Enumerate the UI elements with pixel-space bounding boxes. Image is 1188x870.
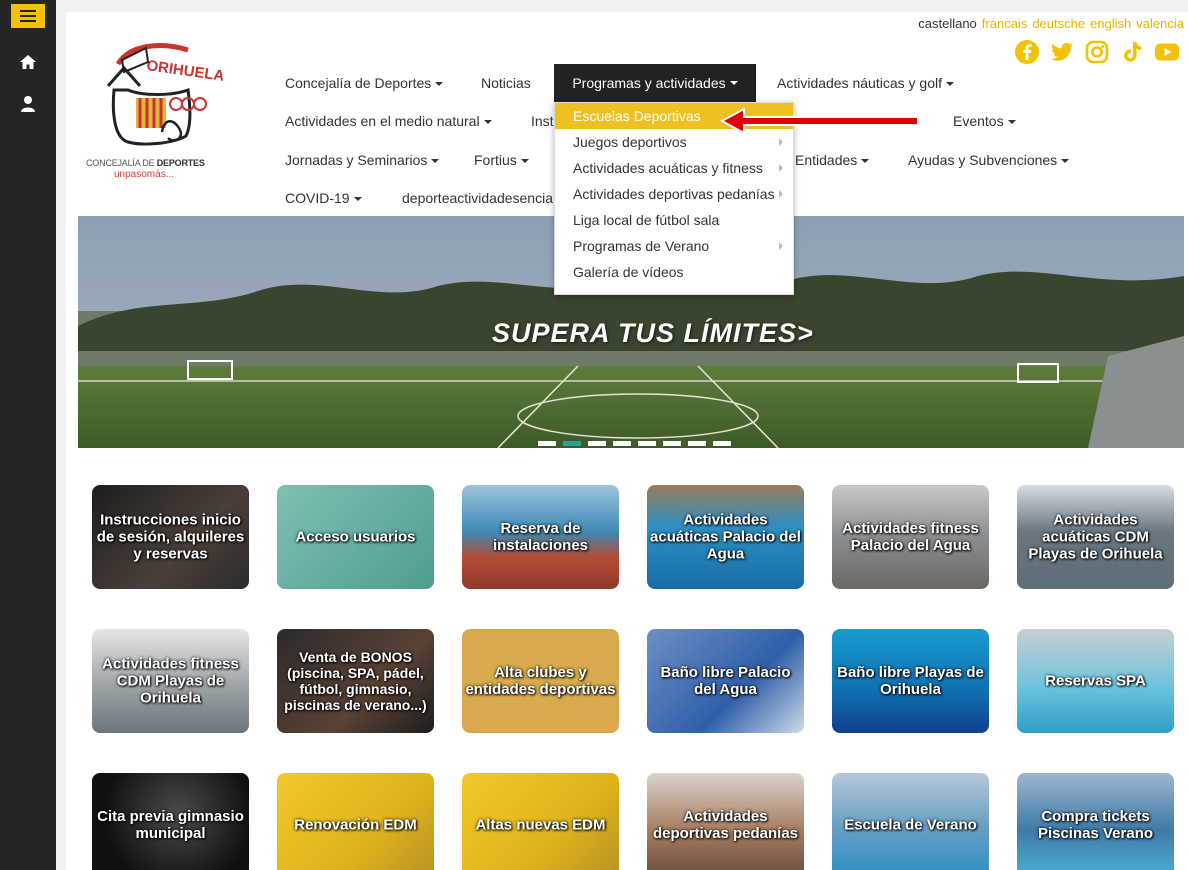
tile-altas-edm[interactable]: Altas nuevas EDM (462, 773, 619, 870)
slider-dot-3[interactable] (588, 441, 606, 446)
dropdown-item-liga[interactable]: Liga local de fútbol sala (555, 207, 793, 233)
dropdown-item-acuaticas[interactable]: Actividades acuáticas y fitness (555, 155, 793, 181)
concejalia-logo[interactable]: ORIHUELA CONCEJALÍA DE DEPORTES unpasomá… (84, 38, 244, 188)
slider-dot-1[interactable] (538, 441, 556, 446)
tile-bano-playas[interactable]: Baño libre Playas de Orihuela (832, 629, 989, 733)
caret-down-icon (431, 159, 440, 164)
nav-ayudas[interactable]: Ayudas y Subvenciones (908, 152, 1070, 168)
tile-reservas-spa[interactable]: Reservas SPA (1017, 629, 1174, 733)
lang-castellano[interactable]: castellano (918, 16, 977, 31)
caret-down-icon (1061, 159, 1070, 164)
tile-acuaticas-palacio[interactable]: Actividades acuáticas Palacio del Agua (647, 485, 804, 589)
caret-down-icon (483, 120, 492, 125)
tile-alta-clubes[interactable]: Alta clubes y entidades deportivas (462, 629, 619, 733)
chevron-right-icon (779, 190, 783, 198)
tile-renovacion-edm[interactable]: Renovación EDM (277, 773, 434, 870)
left-sidebar (0, 0, 56, 870)
dropdown-item-verano[interactable]: Programas de Verano (555, 233, 793, 259)
main-page: castellano francais deutsche english val… (66, 12, 1188, 870)
slider-dot-7[interactable] (688, 441, 706, 446)
facebook-icon[interactable] (1014, 39, 1040, 65)
caret-down-icon (435, 82, 444, 87)
hamburger-icon (20, 10, 36, 12)
tile-acceso-usuarios[interactable]: Acceso usuarios (277, 485, 434, 589)
logo-line1: CONCEJALÍA DE DEPORTES (86, 158, 205, 168)
home-icon[interactable] (18, 52, 38, 72)
user-icon[interactable] (18, 94, 38, 114)
instagram-icon[interactable] (1084, 39, 1110, 65)
menu-toggle-button[interactable] (11, 4, 45, 28)
logo-emblem-icon: ORIHUELA (106, 43, 226, 146)
caret-down-icon (520, 159, 529, 164)
language-selector: castellano francais deutsche english val… (918, 16, 1184, 31)
nav-jornadas[interactable]: Jornadas y Seminarios (285, 152, 440, 168)
tile-fitness-playas[interactable]: Actividades fitness CDM Playas de Orihue… (92, 629, 249, 733)
tile-instrucciones[interactable]: Instrucciones inicio de sesión, alquiler… (92, 485, 249, 589)
tile-escuela-verano[interactable]: Escuela de Verano (832, 773, 989, 870)
lang-francais[interactable]: francais (982, 16, 1028, 31)
tile-bano-palacio[interactable]: Baño libre Palacio del Agua (647, 629, 804, 733)
lang-english[interactable]: english (1090, 16, 1131, 31)
chevron-right-icon (779, 164, 783, 172)
dropdown-item-pedanias[interactable]: Actividades deportivas pedanías (555, 181, 793, 207)
slider-dot-5[interactable] (638, 441, 656, 446)
lang-deutsche[interactable]: deutsche (1032, 16, 1085, 31)
nav-covid[interactable]: COVID-19 (285, 190, 362, 206)
chevron-right-icon (779, 242, 783, 250)
tile-venta-bonos[interactable]: Venta de BONOS (piscina, SPA, pádel, fút… (277, 629, 434, 733)
caret-down-icon (945, 82, 954, 87)
tile-acuaticas-playas[interactable]: Actividades acuáticas CDM Playas de Orih… (1017, 485, 1174, 589)
hero-title: SUPERA TUS LÍMITES> (492, 318, 814, 348)
tiktok-icon[interactable] (1119, 39, 1145, 65)
nav-nauticas[interactable]: Actividades náuticas y golf (777, 75, 954, 91)
slider-dot-8[interactable] (713, 441, 731, 446)
nav-instalaciones[interactable]: Inst (531, 113, 554, 129)
nav-entidades[interactable]: Entidades (795, 152, 870, 168)
nav-medio-natural[interactable]: Actividades en el medio natural (285, 113, 492, 129)
caret-down-icon (1007, 120, 1016, 125)
tile-cita-gimnasio[interactable]: Cita previa gimnasio municipal (92, 773, 249, 870)
slider-dot-2[interactable] (563, 441, 581, 446)
svg-text:ORIHUELA: ORIHUELA (145, 57, 225, 85)
tile-reserva-instalaciones[interactable]: Reserva de instalaciones (462, 485, 619, 589)
youtube-icon[interactable] (1154, 39, 1180, 65)
caret-down-icon (729, 81, 738, 85)
nav-fortius[interactable]: Fortius (474, 152, 529, 168)
nav-programas[interactable]: Programas y actividades (554, 64, 756, 102)
social-links (1014, 39, 1180, 65)
caret-down-icon (861, 159, 870, 164)
dropdown-item-videos[interactable]: Galería de vídeos (555, 259, 793, 285)
slider-dots (538, 441, 731, 446)
tile-fitness-palacio[interactable]: Actividades fitness Palacio del Agua (832, 485, 989, 589)
twitter-icon[interactable] (1049, 39, 1075, 65)
chevron-right-icon (779, 138, 783, 146)
red-arrow-icon (720, 107, 919, 135)
tile-compra-tickets[interactable]: Compra tickets Piscinas Verano (1017, 773, 1174, 870)
caret-down-icon (353, 197, 362, 202)
nav-eventos[interactable]: Eventos (953, 113, 1016, 129)
slider-dot-6[interactable] (663, 441, 681, 446)
logo-line2: unpasomás... (114, 169, 175, 180)
slider-dot-4[interactable] (613, 441, 631, 446)
tile-actividades-pedanias[interactable]: Actividades deportivas pedanías (647, 773, 804, 870)
nav-concejalia[interactable]: Concejalía de Deportes (285, 75, 444, 91)
nav-deporte-esencial[interactable]: deporteactividadesencia (402, 190, 553, 206)
lang-valencia[interactable]: valencia (1136, 16, 1184, 31)
nav-noticias[interactable]: Noticias (481, 75, 531, 91)
